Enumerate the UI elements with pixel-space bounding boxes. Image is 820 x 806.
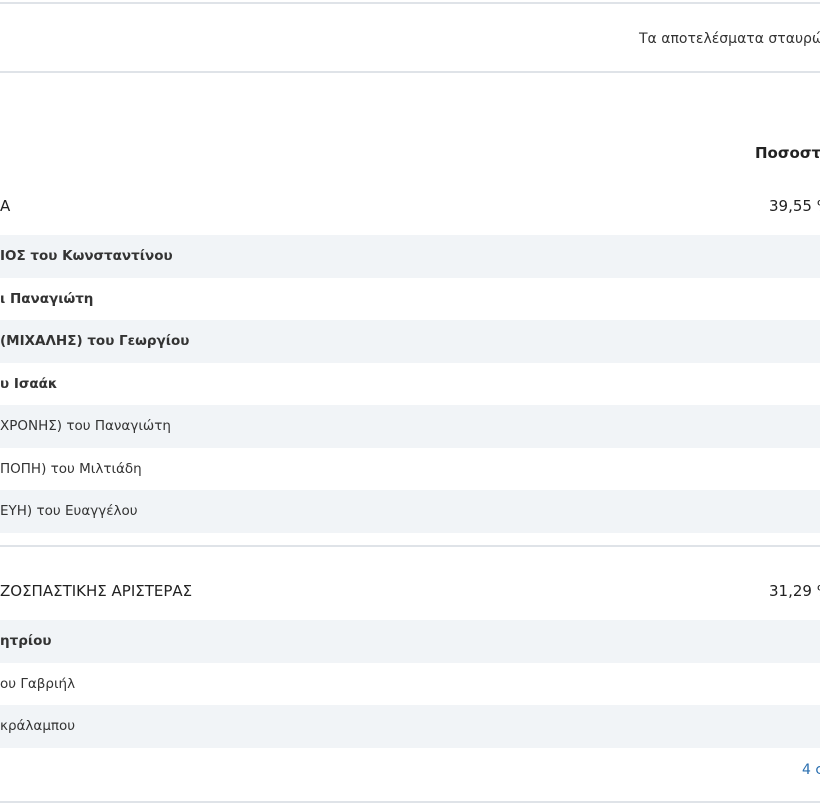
candidate-row: (ΜΙΧΑΛΗΣ) του Γεωργίου xyxy=(0,320,820,363)
results-note: Τα αποτελέσματα σταυρώ xyxy=(639,31,820,47)
header-divider xyxy=(0,71,820,73)
show-more-candidates-link[interactable]: 4 c xyxy=(802,762,820,778)
party-row: Α 39,55 % xyxy=(0,191,820,221)
party-row: ΖΟΣΠΑΣΤΙΚΗΣ ΑΡΙΣΤΕΡΑΣ 31,29 % xyxy=(0,576,820,606)
party-percentage: 39,55 % xyxy=(769,197,820,215)
candidate-row: ι Παναγιώτη xyxy=(0,278,820,321)
party-percentage: 31,29 % xyxy=(769,582,820,600)
candidate-name: ΕΥΗ) του Ευαγγέλου xyxy=(0,503,138,519)
bottom-divider xyxy=(0,801,820,803)
candidate-name: ΧΡΟΝΗΣ) του Παναγιώτη xyxy=(0,418,171,434)
candidate-name: υ Ισαάκ xyxy=(0,376,58,392)
candidate-name: ΙΟΣ του Κωνσταντίνου xyxy=(0,248,173,264)
top-divider xyxy=(0,2,820,4)
candidate-name: ι Παναγιώτη xyxy=(0,291,94,307)
candidate-row: κράλαμπου xyxy=(0,705,820,748)
candidate-name: ου Γαβριήλ xyxy=(0,676,76,692)
candidate-row: ου Γαβριήλ xyxy=(0,663,820,706)
results-page: Τα αποτελέσματα σταυρώ Ποσοστ Α 39,55 % … xyxy=(0,0,820,806)
candidate-row: ΕΥΗ) του Ευαγγέλου xyxy=(0,490,820,533)
party-name: Α xyxy=(0,197,11,215)
candidate-row: ΧΡΟΝΗΣ) του Παναγιώτη xyxy=(0,405,820,448)
candidate-name: ΠΟΠΗ) του Μιλτιάδη xyxy=(0,461,142,477)
candidate-row: υ Ισαάκ xyxy=(0,363,820,406)
candidate-name: ητρίου xyxy=(0,633,52,649)
party-divider xyxy=(0,545,820,547)
candidate-name: κράλαμπου xyxy=(0,718,76,734)
candidate-row: ΙΟΣ του Κωνσταντίνου xyxy=(0,235,820,278)
percentage-column-header: Ποσοστ xyxy=(755,144,820,162)
candidate-name: (ΜΙΧΑΛΗΣ) του Γεωργίου xyxy=(0,333,190,349)
candidate-row: ΠΟΠΗ) του Μιλτιάδη xyxy=(0,448,820,491)
party-name: ΖΟΣΠΑΣΤΙΚΗΣ ΑΡΙΣΤΕΡΑΣ xyxy=(0,582,193,600)
candidate-row: ητρίου xyxy=(0,620,820,663)
